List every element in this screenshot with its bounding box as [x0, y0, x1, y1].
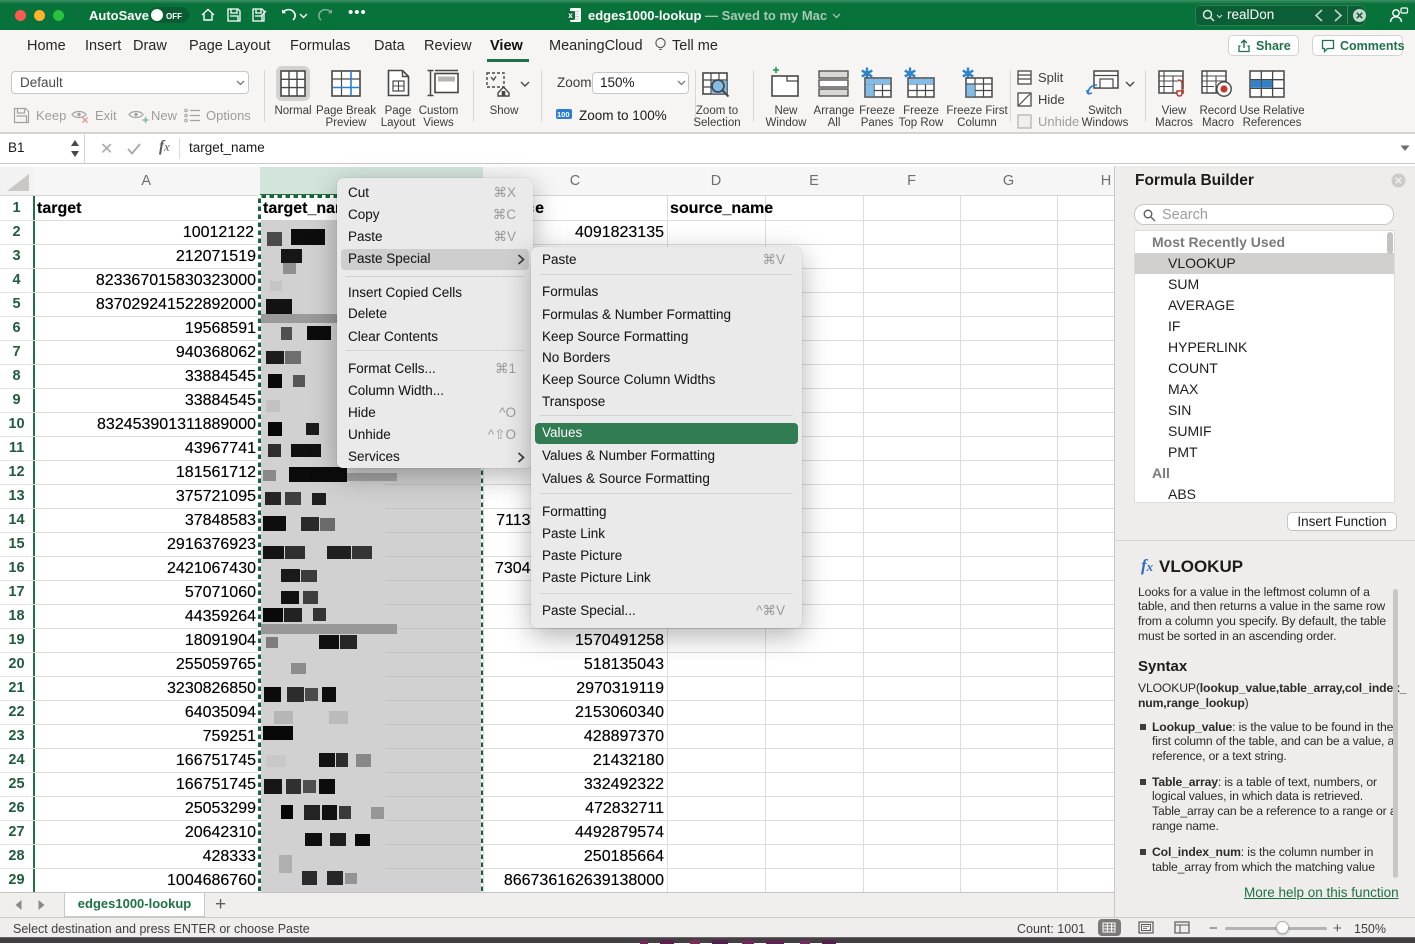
svg-text:x: x [568, 11, 573, 20]
